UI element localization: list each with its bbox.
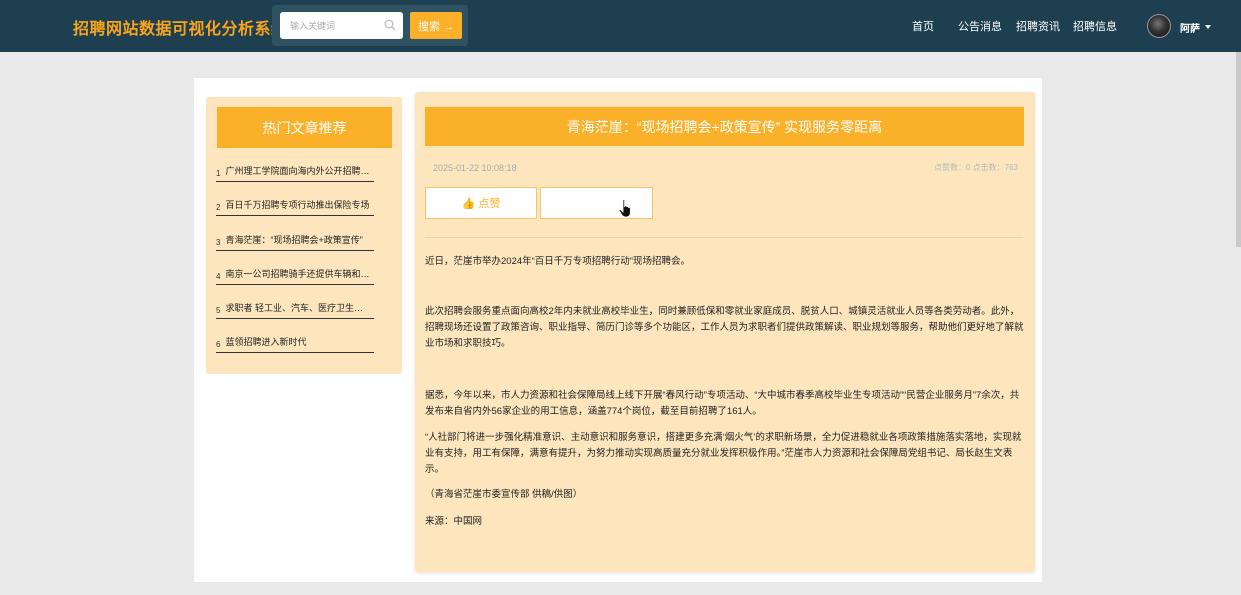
article-paragraph: 近日，茫崖市举办2024年“百日千万专项招聘行动”现场招聘会。 bbox=[425, 256, 690, 267]
divider bbox=[425, 237, 1023, 238]
sidebar-item-number: 4 bbox=[216, 272, 221, 281]
search-icon[interactable] bbox=[384, 19, 396, 31]
sidebar-item[interactable]: 6 蓝领招聘进入新时代 bbox=[216, 326, 374, 353]
sidebar-item-label[interactable]: 南京一公司招聘骑手还提供车辆和住宿 bbox=[225, 267, 370, 284]
chevron-down-icon[interactable] bbox=[1205, 25, 1211, 29]
sidebar-item-number: 1 bbox=[216, 169, 221, 178]
article-panel: 青海茫崖：“现场招聘会+政策宣传” 实现服务零距离 2025-01-22 10:… bbox=[415, 92, 1035, 572]
article-date: 2025-01-22 10:08:18 bbox=[433, 163, 517, 173]
article-source: 来源：中国网 bbox=[425, 516, 483, 527]
sidebar-item[interactable]: 1 广州理工学院面向海内外公开招聘高层次人才 bbox=[216, 155, 374, 182]
pointer-cursor-icon bbox=[618, 199, 631, 218]
blank-action-button[interactable] bbox=[540, 187, 653, 219]
nav-announcements[interactable]: 公告消息 bbox=[958, 18, 1002, 34]
site-brand[interactable]: 招聘网站数据可视化分析系统 bbox=[73, 15, 288, 39]
sidebar-item-number: 3 bbox=[216, 238, 221, 247]
hot-articles-sidebar: 热门文章推荐 1 广州理工学院面向海内外公开招聘高层次人才 2 百日千万招聘专项… bbox=[206, 97, 402, 374]
search-button[interactable]: 搜索 → bbox=[410, 12, 462, 39]
article-paragraph: “人社部门将进一步强化精准意识、主动意识和服务意识，搭建更多充满‘烟火气’的求职… bbox=[425, 432, 1022, 475]
nav-recruitment-news[interactable]: 招聘资讯 bbox=[1016, 18, 1060, 34]
top-navbar: 招聘网站数据可视化分析系统 搜索 → 首页 公告消息 招聘资讯 招聘信息 阿萨 bbox=[0, 0, 1241, 52]
article-title: 青海茫崖：“现场招聘会+政策宣传” 实现服务零距离 bbox=[425, 107, 1024, 146]
sidebar-item[interactable]: 5 求职者 轻工业、汽车、医疗卫生行业 bbox=[216, 292, 374, 319]
page-scrollbar[interactable] bbox=[1236, 52, 1241, 247]
sidebar-item-number: 2 bbox=[216, 203, 221, 212]
search-bar: 搜索 → bbox=[272, 5, 468, 46]
nav-home[interactable]: 首页 bbox=[912, 18, 934, 34]
like-button[interactable]: 👍 点赞 bbox=[425, 187, 537, 219]
nav-recruitment-info[interactable]: 招聘信息 bbox=[1073, 18, 1117, 34]
article-paragraph: 据悉，今年以来，市人力资源和社会保障局线上线下开展“春风行动”专项活动、“大中城… bbox=[425, 390, 1020, 417]
sidebar-item[interactable]: 4 南京一公司招聘骑手还提供车辆和住宿 bbox=[216, 258, 374, 285]
article-source-credit: （青海省茫崖市委宣传部 供稿/供图） bbox=[425, 489, 583, 500]
sidebar-item-number: 5 bbox=[216, 306, 221, 315]
sidebar-item-label[interactable]: 广州理工学院面向海内外公开招聘高层次人才 bbox=[225, 164, 370, 181]
sidebar-item-label[interactable]: 青海茫崖：“现场招聘会+政策宣传” bbox=[225, 233, 370, 250]
sidebar-item-label[interactable]: 蓝领招聘进入新时代 bbox=[225, 335, 370, 352]
sidebar-item[interactable]: 2 百日千万招聘专项行动推出保险专场 bbox=[216, 189, 374, 216]
article-stats: 点赞数：0 点击数：763 bbox=[933, 163, 1018, 172]
username[interactable]: 阿萨 bbox=[1180, 20, 1200, 35]
sidebar-item[interactable]: 3 青海茫崖：“现场招聘会+政策宣传” bbox=[216, 224, 374, 251]
sidebar-item-label[interactable]: 百日千万招聘专项行动推出保险专场 bbox=[225, 198, 370, 215]
sidebar-title: 热门文章推荐 bbox=[217, 107, 392, 148]
sidebar-item-label[interactable]: 求职者 轻工业、汽车、医疗卫生行业 bbox=[225, 301, 370, 318]
sidebar-item-number: 6 bbox=[216, 340, 221, 349]
avatar[interactable] bbox=[1147, 14, 1171, 38]
article-paragraph: 此次招聘会服务重点面向高校2年内未就业高校毕业生，同时兼顾低保和零就业家庭成员、… bbox=[425, 306, 1024, 349]
